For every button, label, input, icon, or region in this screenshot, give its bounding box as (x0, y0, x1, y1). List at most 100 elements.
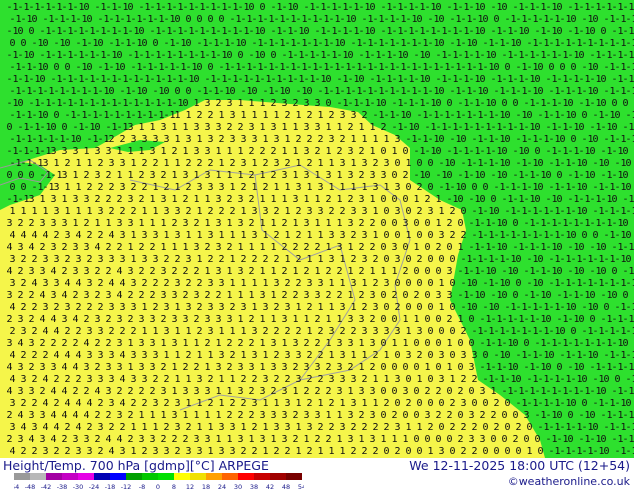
contour-value-label: 1 (315, 218, 321, 229)
contour-value-label: 3 (142, 254, 148, 265)
temperature-map: -1-1-1-1-1-1-10 -1-1-10 -1-1-1-1-1-1-1-1-1… (0, 0, 634, 458)
contour-value-label: 3 (183, 386, 189, 397)
contour-value-label: 1 (260, 338, 266, 349)
contour-value-label: 0 (505, 110, 511, 121)
contour-value-label: 3 (32, 422, 38, 433)
contour-value-label: 1 (406, 158, 412, 169)
contour-value-label: 2 (29, 218, 35, 229)
contour-value-label: 3 (153, 446, 159, 457)
contour-value-label: 3 (65, 230, 71, 241)
contour-value-label: 1 (263, 446, 269, 457)
contour-value-label: 1 (65, 182, 71, 193)
contour-value-label: 0 (502, 170, 508, 181)
contour-value-label: 3 (128, 266, 134, 277)
contour-value-label: 0 (197, 14, 203, 25)
contour-value-label: 0 (447, 242, 453, 253)
contour-value-label: 2 (183, 362, 189, 373)
contour-value-label: 3 (274, 422, 280, 433)
contour-value-label: 2 (197, 326, 203, 337)
contour-value-label: 3 (480, 434, 486, 445)
contour-value-label: 2 (296, 326, 302, 337)
contour-value-label: 1 (238, 170, 244, 181)
contour-value-label: 2 (65, 422, 71, 433)
contour-value-label: 0 (436, 338, 442, 349)
contour-value-label: 1 (197, 254, 203, 265)
contour-value-label: 2 (120, 206, 126, 217)
contour-value-label: 2 (139, 242, 145, 253)
contour-value-label: 1 (337, 434, 343, 445)
contour-value-label: 0 (494, 62, 500, 73)
contour-value-label: 2 (205, 290, 211, 301)
contour-value-label: 2 (296, 134, 302, 145)
contour-value-label: 1 (183, 338, 189, 349)
contour-value-label: 3 (315, 362, 321, 373)
contour-value-label: 1 (194, 338, 200, 349)
contour-value-label: 0 (502, 410, 508, 421)
contour-value-label: 3 (18, 386, 24, 397)
contour-value-label: 3 (51, 194, 57, 205)
contour-value-label: 1 (227, 290, 233, 301)
contour-value-label: 2 (98, 302, 104, 313)
contour-value-label: 3 (329, 254, 335, 265)
contour-value-label: 0 (491, 98, 497, 109)
contour-value-label: 2 (65, 254, 71, 265)
scale-swatch (14, 473, 30, 480)
scale-tick-label: -8 (139, 483, 145, 490)
contour-value-label: 2 (274, 374, 280, 385)
contour-value-label: 0 (626, 230, 632, 241)
contour-value-label: 0 (227, 50, 233, 61)
contour-value-label: 2 (271, 146, 277, 157)
contour-value-label: 1 (128, 338, 134, 349)
contour-value-label: 1 (241, 422, 247, 433)
contour-value-label: 0 (546, 290, 552, 301)
contour-value-label: 3 (285, 350, 291, 361)
contour-value-label: 0 (417, 230, 423, 241)
contour-value-label: 2 (373, 278, 379, 289)
credit-link[interactable]: ©weatheronline.co.uk (508, 475, 630, 488)
contour-value-label: 0 (472, 398, 478, 409)
contour-value-label: 0 (590, 146, 596, 157)
contour-value-label: 3 (208, 302, 214, 313)
contour-value-label: 2 (208, 398, 214, 409)
contour-value-label: 1 (326, 338, 332, 349)
contour-value-label: 3 (128, 218, 134, 229)
contour-value-label: 3 (73, 434, 79, 445)
contour-value-label: 2 (84, 386, 90, 397)
contour-value-label: 2 (293, 290, 299, 301)
contour-value-label: 4 (43, 422, 49, 433)
contour-value-label: 0 (601, 98, 607, 109)
contour-value-label: 2 (263, 326, 269, 337)
contour-value-label: 0 (326, 74, 332, 85)
contour-value-label: 2 (447, 410, 453, 421)
contour-value-label: 2 (120, 422, 126, 433)
contour-value-label: 0 (579, 122, 585, 133)
contour-value-label: 0 (469, 338, 475, 349)
contour-value-label: 0 (494, 206, 500, 217)
contour-value-label: 3 (205, 146, 211, 157)
contour-value-label: 2 (447, 218, 453, 229)
contour-value-label: 2 (370, 218, 376, 229)
contour-value-label: 2 (326, 290, 332, 301)
contour-value-label: 2 (274, 254, 280, 265)
contour-value-label: 1 (197, 134, 203, 145)
contour-value-label: 2 (472, 422, 478, 433)
contour-value-label: 2 (54, 302, 60, 313)
contour-value-label: 2 (285, 446, 291, 457)
contour-value-label: -1 (623, 50, 634, 61)
contour-value-label: 3 (161, 122, 167, 133)
contour-value-label: 0 (381, 410, 387, 421)
contour-value-label: 1 (249, 98, 255, 109)
contour-value-label: 1 (491, 386, 497, 397)
contour-value-label: 3 (271, 338, 277, 349)
contour-value-label: 3 (10, 254, 16, 265)
contour-value-label: 0 (458, 362, 464, 373)
contour-value-label: 0 (326, 98, 332, 109)
contour-value-label: 3 (271, 122, 277, 133)
contour-value-label: 2 (186, 422, 192, 433)
contour-value-label: 0 (406, 446, 412, 457)
contour-value-label: 1 (414, 194, 420, 205)
scale-swatch (222, 473, 238, 480)
contour-value-label: 0 (579, 50, 585, 61)
contour-value-label: 2 (241, 398, 247, 409)
contour-value-label: 0 (604, 158, 610, 169)
